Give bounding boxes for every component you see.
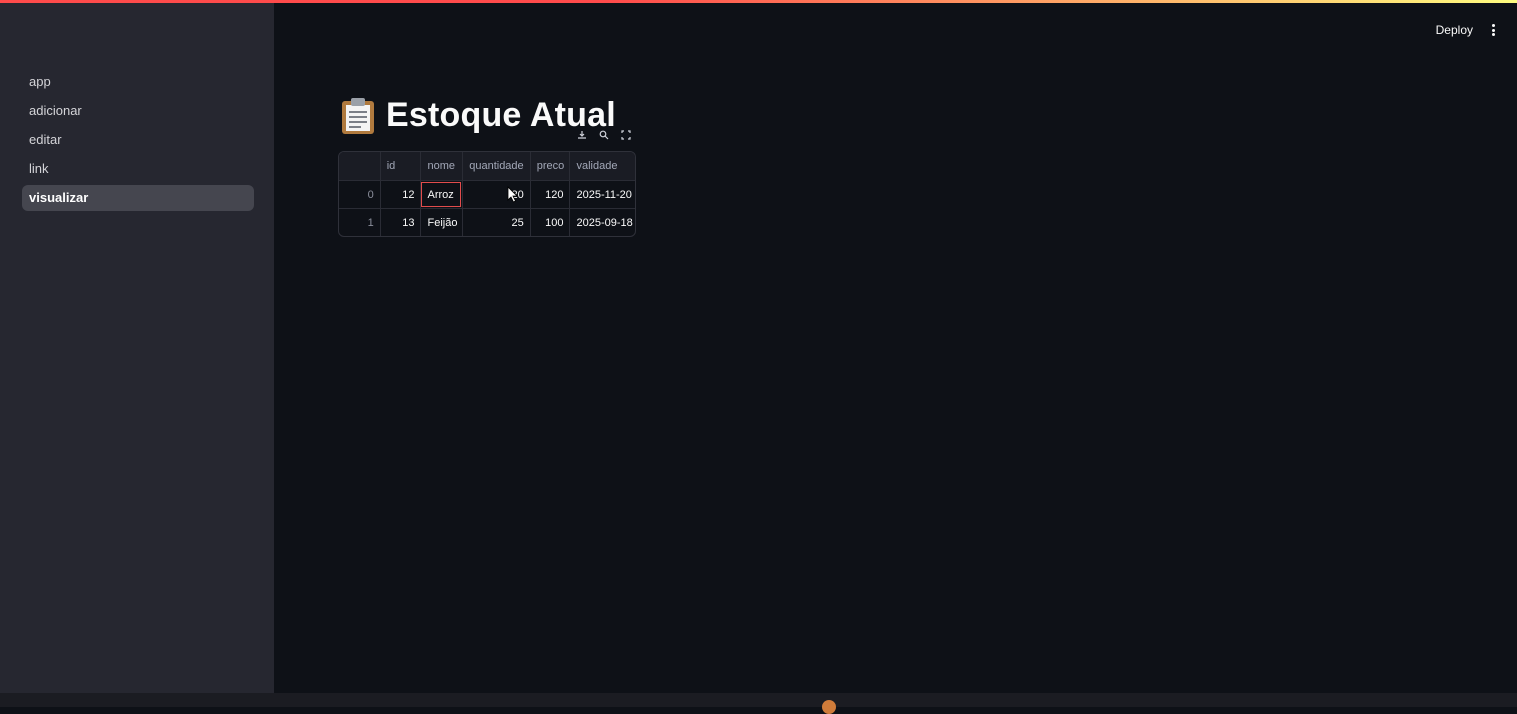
table-cell[interactable]: 12 xyxy=(379,181,421,208)
table-cell[interactable]: Feijão xyxy=(420,209,462,236)
download-icon[interactable] xyxy=(574,127,590,143)
data-table[interactable]: id nome quantidade preco validade 0 12 A… xyxy=(338,151,636,237)
mouse-cursor-icon xyxy=(507,186,518,208)
table-header-row: id nome quantidade preco validade xyxy=(339,152,635,180)
table-cell[interactable]: 20 xyxy=(462,181,530,208)
table-cell[interactable]: 120 xyxy=(529,181,570,208)
search-icon[interactable] xyxy=(596,127,612,143)
table-toolbar xyxy=(574,127,634,143)
column-header-preco[interactable]: preco xyxy=(529,152,570,180)
fullscreen-icon[interactable] xyxy=(618,127,634,143)
table-cell[interactable]: 25 xyxy=(462,209,530,236)
column-header-validade[interactable]: validade xyxy=(569,152,635,180)
sidebar-item-visualizar[interactable]: visualizar xyxy=(22,185,254,211)
sidebar-item-link[interactable]: link xyxy=(22,156,254,182)
sidebar-item-app[interactable]: app xyxy=(22,69,254,95)
column-header-index[interactable] xyxy=(339,152,380,180)
deploy-button[interactable]: Deploy xyxy=(1436,23,1473,37)
table-cell[interactable]: 2025-11-20 xyxy=(569,181,635,208)
bottom-bar xyxy=(0,693,1517,707)
sidebar-nav: app adicionar editar link visualizar xyxy=(22,69,254,214)
avatar xyxy=(822,700,836,714)
column-header-quantidade[interactable]: quantidade xyxy=(462,152,530,180)
table-cell-selected[interactable]: Arroz xyxy=(420,181,462,208)
sidebar-item-editar[interactable]: editar xyxy=(22,127,254,153)
sidebar-item-adicionar[interactable]: adicionar xyxy=(22,98,254,124)
table-row: 1 13 Feijão 25 100 2025-09-18 xyxy=(339,208,635,236)
row-index: 0 xyxy=(367,188,374,201)
row-index: 1 xyxy=(367,216,374,229)
table-row: 0 12 Arroz 20 120 2025-11-20 xyxy=(339,180,635,208)
table-cell[interactable]: 13 xyxy=(379,209,421,236)
header-actions: Deploy xyxy=(1436,22,1499,38)
column-header-nome[interactable]: nome xyxy=(420,152,463,180)
table-cell[interactable]: 2025-09-18 xyxy=(569,209,635,236)
sidebar: app adicionar editar link visualizar xyxy=(0,3,274,693)
table-cell[interactable]: 100 xyxy=(529,209,570,236)
column-header-id[interactable]: id xyxy=(379,152,421,180)
clipboard-icon xyxy=(340,97,376,135)
main-menu-icon[interactable] xyxy=(1487,22,1499,38)
